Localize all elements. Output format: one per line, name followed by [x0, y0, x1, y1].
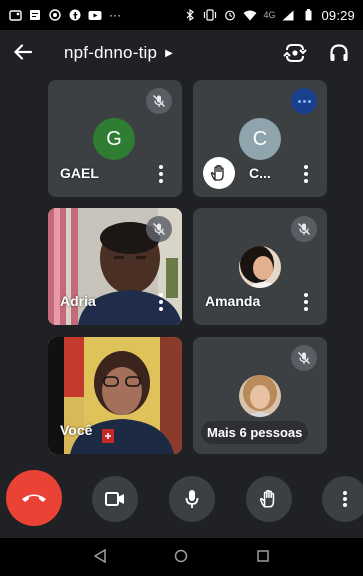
microphone-toggle-button[interactable] — [169, 476, 215, 522]
signal-icon — [281, 9, 295, 21]
participant-name: Adria — [60, 293, 96, 309]
caret-right-icon[interactable]: ▶ — [165, 48, 173, 59]
mic-off-icon — [291, 345, 317, 371]
facebook-icon — [68, 9, 82, 21]
mic-off-icon — [291, 216, 317, 242]
participant-name: GAEL — [60, 165, 99, 181]
more-options-button[interactable] — [322, 476, 363, 522]
participant-tile-c[interactable]: C C... — [193, 80, 327, 197]
more-options-icon[interactable] — [303, 165, 309, 183]
camera-toggle-button[interactable] — [92, 476, 138, 522]
more-options-icon[interactable] — [158, 293, 164, 311]
avatar — [239, 246, 281, 288]
nav-recents-icon[interactable] — [257, 549, 269, 565]
more-participants-tile[interactable]: Mais 6 pessoas — [193, 337, 327, 454]
participant-tile-amanda[interactable]: Amanda — [193, 208, 327, 325]
more-options-icon[interactable] — [158, 165, 164, 183]
participant-tile-adria[interactable]: Adria — [48, 208, 182, 325]
raised-hand-icon — [203, 157, 235, 189]
mic-off-icon — [146, 216, 172, 242]
participant-tile-gael[interactable]: G GAEL — [48, 80, 182, 197]
avatar — [239, 375, 281, 417]
alarm-icon — [223, 9, 237, 21]
microphone-icon — [185, 490, 199, 508]
more-icon: ··· — [109, 8, 121, 22]
camera-icon — [105, 492, 124, 506]
message-icon — [28, 9, 42, 21]
app-bar: npf-dnno-tip ▶ — [0, 30, 363, 76]
whatsapp-icon — [48, 9, 62, 21]
system-nav-bar — [0, 538, 363, 576]
avatar: C — [239, 118, 281, 160]
wifi-icon — [243, 9, 257, 21]
vibrate-icon — [203, 9, 217, 21]
bluetooth-icon — [183, 9, 197, 21]
meeting-title[interactable]: npf-dnno-tip — [64, 43, 157, 63]
nav-home-icon[interactable] — [174, 549, 188, 566]
app-bar-actions — [283, 42, 349, 64]
back-arrow-icon[interactable] — [13, 40, 42, 66]
vertical-dots-icon — [343, 491, 347, 507]
clock: 09:29 — [321, 7, 355, 23]
participant-name: Você — [60, 422, 93, 438]
nav-back-icon[interactable] — [93, 548, 106, 566]
network-type: 4G — [263, 10, 276, 20]
call-controls — [0, 466, 363, 530]
youtube-icon — [88, 9, 102, 21]
hang-up-button[interactable] — [6, 470, 62, 526]
hand-icon — [259, 489, 275, 508]
status-right-icons: 4G 09:29 — [183, 8, 355, 23]
self-video-tile[interactable]: Você — [48, 337, 182, 454]
status-bar: ··· 4G 09:29 — [0, 0, 363, 30]
battery-icon — [301, 9, 315, 21]
avatar: G — [93, 118, 135, 160]
mic-off-icon — [146, 88, 172, 114]
status-left-icons: ··· — [8, 8, 122, 22]
participant-name: Amanda — [205, 293, 261, 309]
more-participants-label: Mais 6 pessoas — [201, 421, 309, 444]
participant-name: C... — [249, 165, 271, 181]
speaking-indicator-icon — [291, 88, 317, 114]
raise-hand-button[interactable] — [246, 476, 292, 522]
more-options-icon[interactable] — [303, 293, 309, 311]
headphones-icon[interactable] — [329, 43, 349, 63]
switch-camera-icon[interactable] — [283, 42, 307, 64]
phone-hangup-icon — [22, 494, 46, 502]
notification-icon — [8, 9, 22, 21]
